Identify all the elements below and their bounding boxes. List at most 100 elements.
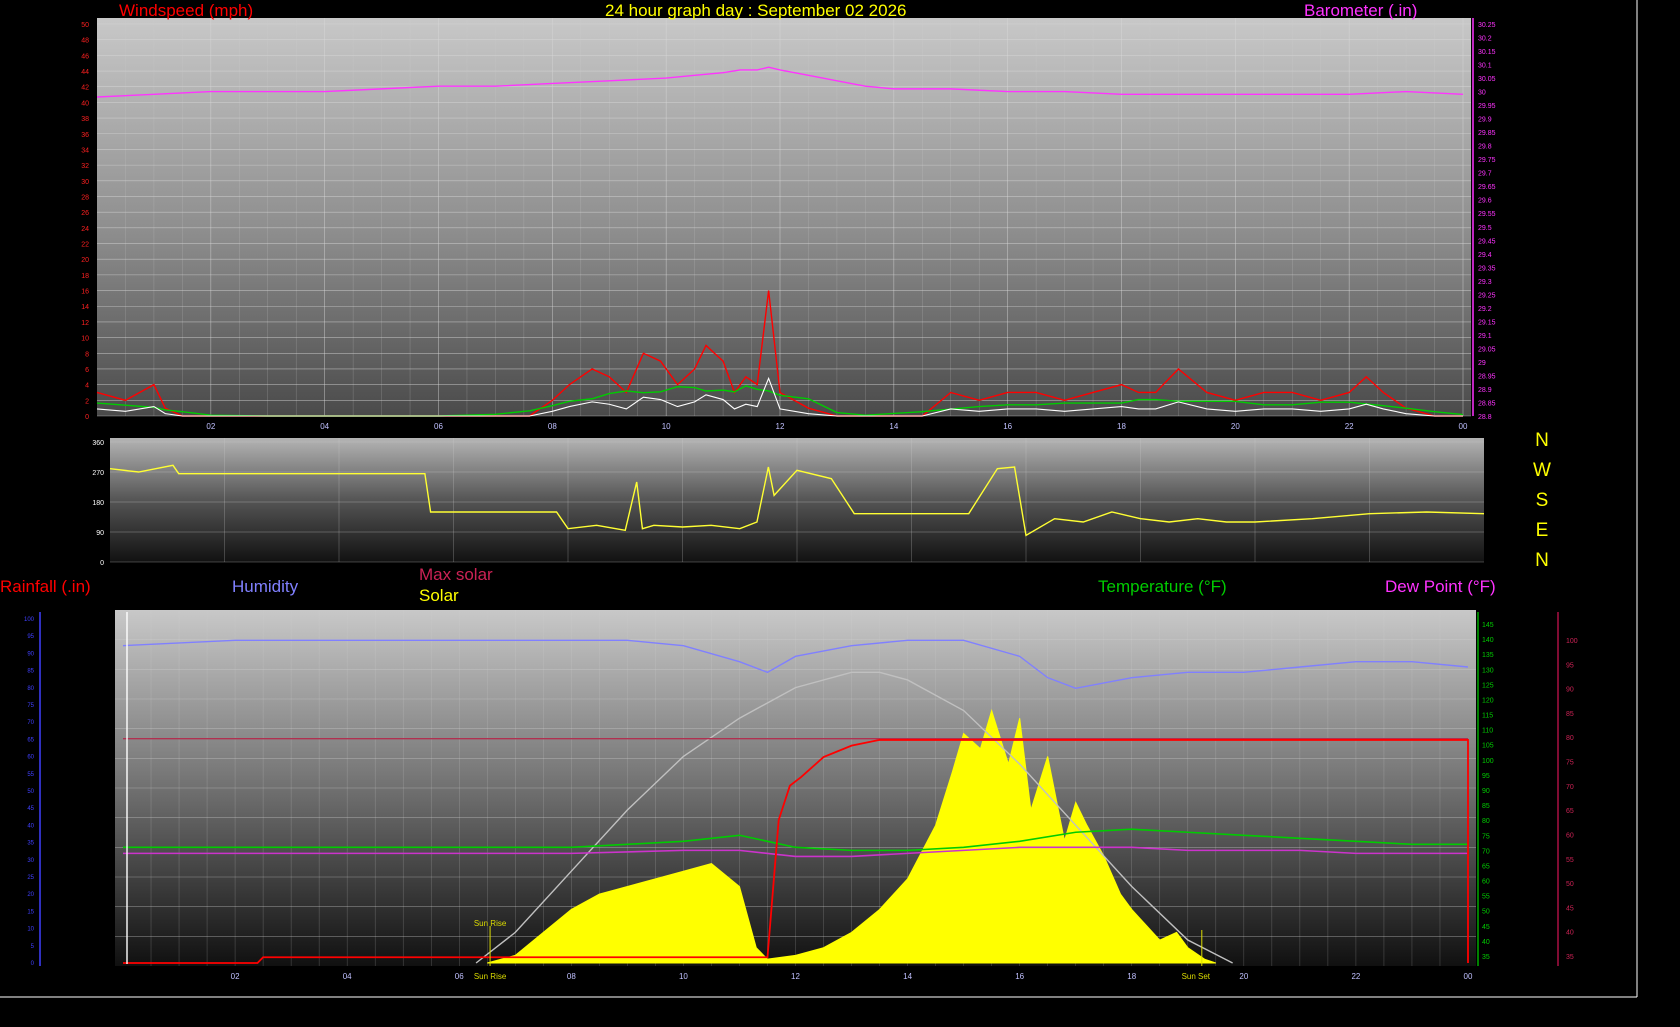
temperature-tick: 50: [1482, 909, 1490, 916]
windspeed-tick: 12: [81, 320, 89, 327]
barometer-tick: 29.4: [1478, 252, 1492, 259]
dew-point-tick: 95: [1566, 662, 1574, 669]
dew-point-tick: 90: [1566, 687, 1574, 694]
hour-tick: 02: [206, 422, 215, 431]
barometer-tick: 29.3: [1478, 279, 1492, 286]
barometer-tick: 29.75: [1478, 157, 1496, 164]
barometer-tick: 28.8: [1478, 414, 1492, 421]
hour-tick: 22: [1345, 422, 1354, 431]
hour-tick: 08: [567, 972, 576, 981]
hour-tick: 18: [1117, 422, 1126, 431]
temperature-tick: 35: [1482, 954, 1490, 961]
barometer-tick: 29.7: [1478, 171, 1492, 178]
weather-graph: 0246810121416182022242628303234363840424…: [0, 0, 1638, 998]
windspeed-tick: 50: [81, 22, 89, 29]
direction-tick: 270: [92, 470, 104, 477]
barometer-tick: 29.55: [1478, 211, 1496, 218]
dew-point-tick: 70: [1566, 784, 1574, 791]
temperature-tick: 45: [1482, 924, 1490, 931]
direction-tick: 360: [92, 440, 104, 447]
hour-tick: 02: [231, 972, 240, 981]
dew-point-tick: 75: [1566, 760, 1574, 767]
hour-tick: 16: [1015, 972, 1024, 981]
barometer-axis-label: Barometer (.in): [1304, 1, 1418, 20]
dew-point-tick: 85: [1566, 711, 1574, 718]
windspeed-tick: 42: [81, 85, 89, 92]
compass-w: W: [1533, 460, 1551, 481]
rain-axis-tick: 0: [31, 961, 35, 967]
hour-tick: 16: [1003, 422, 1012, 431]
temperature-tick: 90: [1482, 788, 1490, 795]
temperature-tick: 145: [1482, 622, 1494, 629]
rain-axis-tick: 65: [27, 737, 34, 743]
compass-e: E: [1535, 520, 1549, 541]
hour-tick: 14: [889, 422, 898, 431]
windspeed-tick: 6: [85, 367, 89, 374]
dew-point-tick: 40: [1566, 930, 1574, 937]
rain-axis-tick: 15: [27, 909, 34, 915]
dew-point-tick: 100: [1566, 638, 1578, 645]
hour-tick: 10: [662, 422, 671, 431]
rain-axis-tick: 25: [27, 875, 34, 881]
temperature-tick: 40: [1482, 939, 1490, 946]
windspeed-tick: 30: [81, 179, 89, 186]
temperature-tick: 70: [1482, 848, 1490, 855]
rain-axis-tick: 20: [27, 892, 34, 898]
windspeed-tick: 16: [81, 289, 89, 296]
windspeed-tick: 8: [85, 351, 89, 358]
windspeed-tick: 22: [81, 242, 89, 249]
barometer-tick: 30.25: [1478, 22, 1496, 29]
hour-tick: 18: [1127, 972, 1136, 981]
hour-tick: 06: [434, 422, 443, 431]
windspeed-tick: 10: [81, 336, 89, 343]
rain-axis-tick: 50: [27, 789, 34, 795]
windspeed-tick: 46: [81, 53, 89, 60]
barometer-tick: 29.45: [1478, 238, 1496, 245]
direction-tick: 90: [96, 530, 104, 537]
rain-axis-tick: 90: [27, 651, 34, 657]
windspeed-tick: 48: [81, 38, 89, 45]
temperature-tick: 60: [1482, 879, 1490, 886]
rain-axis-tick: 70: [27, 720, 34, 726]
temperature-tick: 75: [1482, 833, 1490, 840]
hour-tick: 06: [455, 972, 464, 981]
temperature-tick: 55: [1482, 894, 1490, 901]
temperature-tick: 110: [1482, 728, 1493, 735]
hour-tick: 20: [1239, 972, 1248, 981]
barometer-tick: 28.9: [1478, 387, 1492, 394]
chart-title: 24 hour graph day : September 02 2026: [605, 1, 907, 20]
temperature-tick: 65: [1482, 863, 1490, 870]
windspeed-tick: 0: [85, 414, 89, 421]
dew-point-tick: 55: [1566, 857, 1574, 864]
rain-axis-tick: 30: [27, 858, 34, 864]
compass-s: S: [1535, 490, 1549, 511]
windspeed-tick: 36: [81, 132, 89, 139]
direction-tick: 180: [92, 500, 104, 507]
hour-tick: 12: [791, 972, 800, 981]
dew-point-tick: 65: [1566, 808, 1574, 815]
hour-tick: 04: [343, 972, 352, 981]
windspeed-tick: 24: [81, 226, 89, 233]
barometer-tick: 29.8: [1478, 144, 1492, 151]
hour-tick: 00: [1464, 972, 1473, 981]
rain-axis-tick: 100: [24, 617, 35, 623]
rain-axis-tick: 5: [31, 944, 35, 950]
windspeed-tick: 28: [81, 194, 89, 201]
temperature-tick: 85: [1482, 803, 1490, 810]
hour-tick: 14: [903, 972, 912, 981]
windspeed-tick: 18: [81, 273, 89, 280]
barometer-tick: 29.1: [1478, 333, 1492, 340]
compass-n-top: N: [1535, 430, 1549, 451]
windspeed-tick: 20: [81, 257, 89, 264]
dew-point-label: Dew Point (°F): [1385, 577, 1496, 596]
barometer-tick: 30.2: [1478, 36, 1492, 43]
sun-rise-label: Sun Rise: [474, 972, 507, 981]
rain-axis-tick: 45: [27, 806, 34, 812]
rain-axis-tick: 60: [27, 755, 34, 761]
barometer-tick: 28.95: [1478, 373, 1496, 380]
solar-label: Solar: [419, 586, 459, 605]
barometer-tick: 29.35: [1478, 265, 1496, 272]
barometer-tick: 29.65: [1478, 184, 1496, 191]
rainfall-label: Rainfall (.in): [0, 577, 91, 596]
sun-rise-top-label: Sun Rise: [474, 919, 507, 928]
